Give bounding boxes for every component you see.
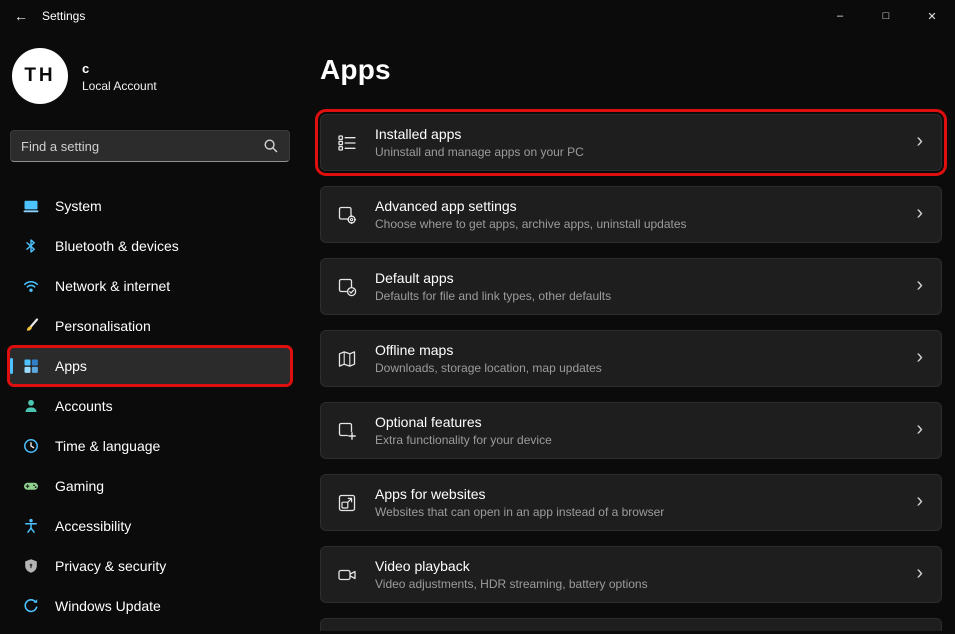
card-text: Offline maps Downloads, storage location… — [375, 342, 900, 375]
system-icon — [23, 198, 39, 214]
card-title: Offline maps — [375, 342, 900, 358]
sidebar-item-system[interactable]: System — [10, 188, 290, 224]
card-apps-for-websites[interactable]: Apps for websites Websites that can open… — [320, 474, 942, 531]
sidebar-item-time-language[interactable]: Time & language — [10, 428, 290, 464]
back-button[interactable]: ← — [0, 0, 42, 32]
paintbrush-icon — [23, 318, 39, 334]
clock-icon — [23, 438, 39, 454]
titlebar: ← Settings – □ ✕ — [0, 0, 955, 32]
card-offline-maps[interactable]: Offline maps Downloads, storage location… — [320, 330, 942, 387]
card-title: Video playback — [375, 558, 900, 574]
sidebar-item-label: Gaming — [55, 478, 104, 494]
card-subtitle: Extra functionality for your device — [375, 433, 900, 447]
installed-apps-icon — [337, 133, 359, 153]
sidebar-item-label: Network & internet — [55, 278, 170, 294]
card-text: Optional features Extra functionality fo… — [375, 414, 900, 447]
card-installed-apps[interactable]: Installed apps Uninstall and manage apps… — [320, 114, 942, 171]
accessibility-icon — [23, 518, 39, 534]
card-optional-features[interactable]: Optional features Extra functionality fo… — [320, 402, 942, 459]
sidebar-item-label: Personalisation — [55, 318, 151, 334]
maximize-button[interactable]: □ — [863, 0, 909, 32]
page-title: Apps — [320, 54, 942, 86]
video-playback-icon — [337, 565, 359, 585]
chevron-right-icon: › — [916, 491, 923, 514]
card-subtitle: Choose where to get apps, archive apps, … — [375, 217, 900, 231]
card-title: Advanced app settings — [375, 198, 900, 214]
card-text: Apps for websites Websites that can open… — [375, 486, 900, 519]
user-account-type: Local Account — [82, 79, 157, 93]
card-subtitle: Video adjustments, HDR streaming, batter… — [375, 577, 900, 591]
card-video-playback[interactable]: Video playback Video adjustments, HDR st… — [320, 546, 942, 603]
card-subtitle: Downloads, storage location, map updates — [375, 361, 900, 375]
default-apps-icon — [337, 277, 359, 297]
avatar: TH — [12, 48, 68, 104]
card-advanced-app-settings[interactable]: Advanced app settings Choose where to ge… — [320, 186, 942, 243]
card-subtitle: Uninstall and manage apps on your PC — [375, 145, 900, 159]
chevron-right-icon: › — [916, 347, 923, 370]
sidebar-item-label: Apps — [55, 358, 87, 374]
game-controller-icon — [23, 478, 39, 494]
card-text: Default apps Defaults for file and link … — [375, 270, 900, 303]
update-arrows-icon — [23, 598, 39, 614]
window-controls: – □ ✕ — [817, 0, 955, 32]
optional-features-icon — [337, 421, 359, 441]
user-info: c Local Account — [82, 59, 157, 93]
chevron-right-icon: › — [916, 563, 923, 586]
chevron-right-icon: › — [916, 131, 923, 154]
chevron-right-icon: › — [916, 275, 923, 298]
sidebar-item-personalisation[interactable]: Personalisation — [10, 308, 290, 344]
card-title: Optional features — [375, 414, 900, 430]
bluetooth-icon — [23, 238, 39, 254]
search-input[interactable] — [21, 139, 263, 154]
advanced-app-settings-icon — [337, 205, 359, 225]
sidebar-item-accessibility[interactable]: Accessibility — [10, 508, 290, 544]
card-subtitle: Websites that can open in an app instead… — [375, 505, 900, 519]
sidebar-item-apps[interactable]: Apps — [10, 348, 290, 384]
close-button[interactable]: ✕ — [909, 0, 955, 32]
card-partial[interactable] — [320, 618, 942, 631]
person-icon — [23, 398, 39, 414]
user-account-block: TH c Local Account — [10, 40, 290, 114]
card-text: Advanced app settings Choose where to ge… — [375, 198, 900, 231]
sidebar-item-label: Accessibility — [55, 518, 131, 534]
sidebar-nav: System Bluetooth & devices Network & int… — [10, 188, 290, 624]
sidebar-item-label: Time & language — [55, 438, 160, 454]
sidebar-item-windows-update[interactable]: Windows Update — [10, 588, 290, 624]
sidebar-item-label: Windows Update — [55, 598, 161, 614]
apps-icon — [23, 358, 39, 374]
sidebar-item-bluetooth-devices[interactable]: Bluetooth & devices — [10, 228, 290, 264]
sidebar: TH c Local Account System Bluetooth & de… — [0, 32, 300, 634]
close-icon: ✕ — [927, 10, 936, 23]
sidebar-item-privacy-security[interactable]: Privacy & security — [10, 548, 290, 584]
wifi-icon — [23, 278, 39, 294]
card-text: Installed apps Uninstall and manage apps… — [375, 126, 900, 159]
apps-for-websites-icon — [337, 493, 359, 513]
card-title: Apps for websites — [375, 486, 900, 502]
chevron-right-icon: › — [916, 203, 923, 226]
card-default-apps[interactable]: Default apps Defaults for file and link … — [320, 258, 942, 315]
sidebar-item-gaming[interactable]: Gaming — [10, 468, 290, 504]
maximize-icon: □ — [883, 10, 890, 22]
sidebar-item-label: System — [55, 198, 102, 214]
main-content: Apps Installed apps Uninstall and manage… — [320, 32, 942, 634]
minimize-button[interactable]: – — [817, 0, 863, 32]
minimize-icon: – — [837, 10, 843, 22]
sidebar-item-label: Accounts — [55, 398, 113, 414]
shield-icon — [23, 558, 39, 574]
card-subtitle: Defaults for file and link types, other … — [375, 289, 900, 303]
user-name: c — [82, 59, 157, 79]
card-text: Video playback Video adjustments, HDR st… — [375, 558, 900, 591]
card-title: Default apps — [375, 270, 900, 286]
sidebar-item-network-internet[interactable]: Network & internet — [10, 268, 290, 304]
sidebar-item-label: Bluetooth & devices — [55, 238, 179, 254]
sidebar-item-label: Privacy & security — [55, 558, 166, 574]
offline-maps-icon — [337, 349, 359, 369]
card-title: Installed apps — [375, 126, 900, 142]
search-box[interactable] — [10, 130, 290, 162]
chevron-right-icon: › — [916, 419, 923, 442]
back-arrow-icon: ← — [14, 8, 28, 24]
search-icon — [263, 138, 279, 154]
window-title: Settings — [42, 9, 85, 23]
sidebar-item-accounts[interactable]: Accounts — [10, 388, 290, 424]
